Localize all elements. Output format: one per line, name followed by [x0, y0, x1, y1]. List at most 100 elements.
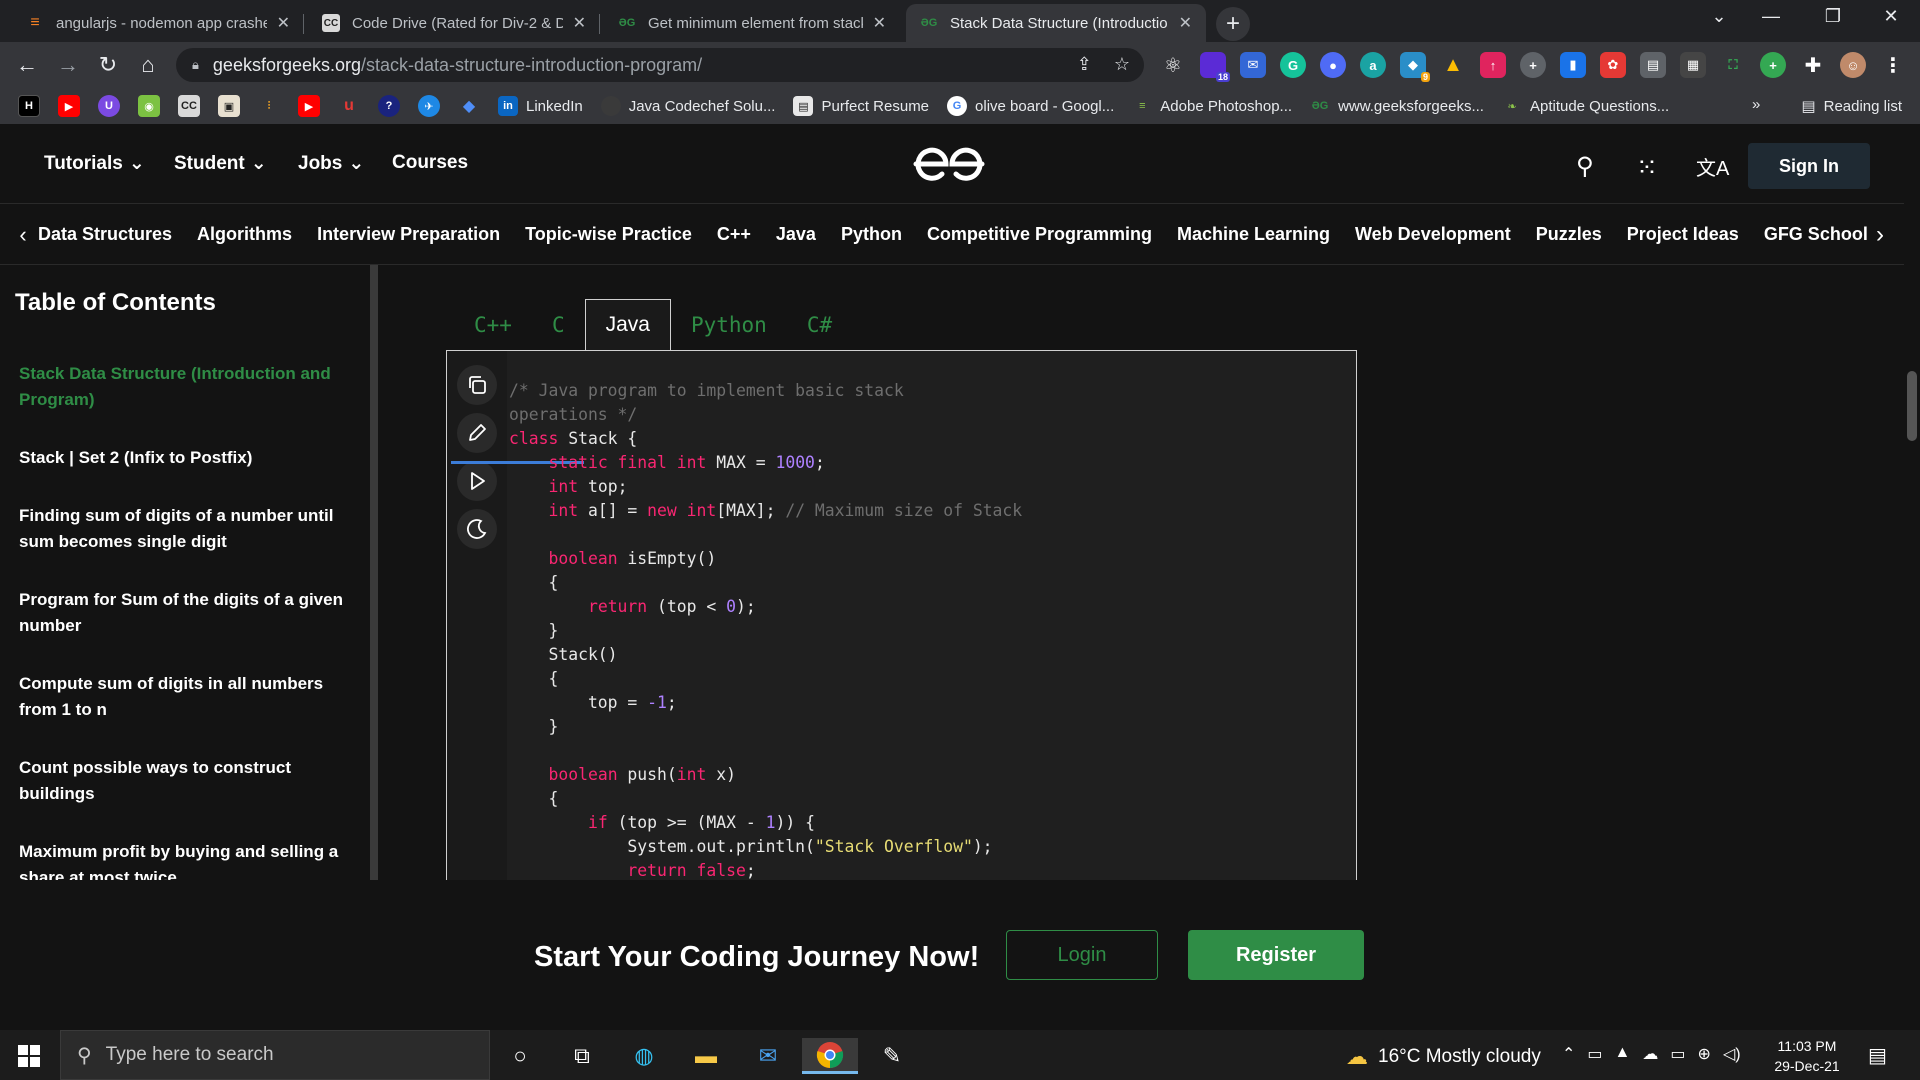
category-gfg-school[interactable]: GFG School: [1764, 224, 1868, 245]
category-python[interactable]: Python: [841, 224, 902, 245]
category-puzzles[interactable]: Puzzles: [1536, 224, 1602, 245]
onedrive-icon[interactable]: ☁: [1642, 1044, 1658, 1064]
category-java[interactable]: Java: [776, 224, 816, 245]
mail-icon[interactable]: ✉: [746, 1038, 790, 1074]
extension-icon[interactable]: ✿: [1600, 52, 1626, 78]
drive-icon[interactable]: ▲: [1615, 1044, 1631, 1064]
windows-start-icon[interactable]: [18, 1045, 40, 1067]
tab-c[interactable]: C: [532, 299, 585, 350]
extension-icon[interactable]: ●: [1320, 52, 1346, 78]
toc-item[interactable]: Compute sum of digits in all numbers fro…: [19, 671, 349, 723]
bookmarks-overflow-button[interactable]: »: [1752, 96, 1760, 113]
browser-tab[interactable]: ƏG Get minimum element from stack ✕: [604, 4, 900, 42]
browser-tab[interactable]: CC Code Drive (Rated for Div-2 & Di ✕: [308, 4, 600, 42]
minimize-button[interactable]: —: [1748, 6, 1794, 27]
google-drive-icon[interactable]: ▲: [1440, 52, 1466, 78]
category-topic-wise-practice[interactable]: Topic-wise Practice: [525, 224, 692, 245]
restore-button[interactable]: ❐: [1810, 6, 1856, 27]
profile-avatar[interactable]: ☺: [1840, 52, 1866, 78]
codechef-icon[interactable]: CC: [178, 95, 200, 117]
clock[interactable]: 11:03 PM 29-Dec-21: [1762, 1036, 1852, 1076]
bookmark-olive-board[interactable]: Golive board - Googl...: [947, 96, 1114, 116]
gfg-logo[interactable]: [912, 144, 986, 184]
chart-bookmark-icon[interactable]: ⫶: [258, 95, 280, 117]
volume-icon[interactable]: ◁): [1723, 1044, 1741, 1064]
youtube-icon[interactable]: ▶: [58, 95, 80, 117]
register-button[interactable]: Register: [1188, 930, 1364, 980]
extension-icon[interactable]: ▦: [1680, 52, 1706, 78]
puzzle-icon[interactable]: ✚: [1800, 52, 1826, 78]
search-icon[interactable]: ⚲: [1576, 152, 1594, 181]
nav-courses[interactable]: Courses: [392, 152, 468, 174]
category-machine-learning[interactable]: Machine Learning: [1177, 224, 1330, 245]
file-explorer-icon[interactable]: ▬: [684, 1038, 728, 1074]
app-icon[interactable]: ✎: [870, 1038, 914, 1074]
tab-search-icon[interactable]: ⌄: [1696, 6, 1742, 27]
tab-python[interactable]: Python: [671, 299, 787, 350]
address-bar[interactable]: 🔒︎ geeksforgeeks.org/stack-data-structur…: [176, 48, 1144, 82]
home-button[interactable]: ⌂: [135, 52, 161, 78]
forward-button[interactable]: →: [55, 52, 81, 78]
category-project-ideas[interactable]: Project Ideas: [1627, 224, 1739, 245]
bookmark-aptitude[interactable]: ❧ Aptitude Questions...: [1502, 96, 1669, 116]
screenshot-icon[interactable]: ⛶: [1720, 52, 1746, 78]
toc-item[interactable]: Maximum profit by buying and selling a s…: [19, 839, 349, 880]
nav-tutorials[interactable]: Tutorials ⌄: [44, 152, 145, 175]
toc-item-active[interactable]: Stack Data Structure (Introduction and P…: [19, 361, 349, 413]
extension-icon[interactable]: ↑: [1480, 52, 1506, 78]
category-interview-preparation[interactable]: Interview Preparation: [317, 224, 500, 245]
bookmark-java-codechef[interactable]: Java Codechef Solu...: [600, 96, 775, 116]
extension-icon[interactable]: ▮: [1560, 52, 1586, 78]
category-cpp[interactable]: C++: [717, 224, 751, 245]
grammarly-icon[interactable]: G: [1280, 52, 1306, 78]
duolingo-icon[interactable]: ◉: [138, 95, 160, 117]
bookmark-star-icon[interactable]: ☆: [1114, 54, 1130, 75]
messenger-icon[interactable]: ✉: [1240, 52, 1266, 78]
category-web-development[interactable]: Web Development: [1355, 224, 1511, 245]
bookmark-purfect-resume[interactable]: ▤ Purfect Resume: [793, 96, 929, 116]
menu-icon[interactable]: ⋮: [1880, 52, 1906, 78]
share-icon[interactable]: ⇪: [1077, 54, 1092, 75]
bookmark-geeksforgeeks[interactable]: ƏG www.geeksforgeeks...: [1310, 96, 1484, 116]
close-window-button[interactable]: ✕: [1868, 6, 1914, 27]
close-icon[interactable]: ✕: [873, 13, 886, 33]
cortana-icon[interactable]: ○: [498, 1038, 542, 1074]
browser-tab[interactable]: ≡ angularjs - nodemon app crashe ✕: [12, 4, 304, 42]
toc-scrollbar[interactable]: [370, 265, 378, 880]
taskbar-search[interactable]: ⚲ Type here to search: [60, 1030, 490, 1080]
category-data-structures[interactable]: Data Structures: [38, 224, 172, 245]
chrome-icon[interactable]: [802, 1038, 858, 1074]
login-button[interactable]: Login: [1006, 930, 1158, 980]
bookmark-icon[interactable]: ▣: [218, 95, 240, 117]
react-devtools-icon[interactable]: ⚛: [1160, 52, 1186, 78]
sign-in-button[interactable]: Sign In: [1748, 143, 1870, 189]
extension-bookmark-icon[interactable]: U: [98, 95, 120, 117]
close-icon[interactable]: ✕: [573, 13, 586, 33]
browser-tab-active[interactable]: ƏG Stack Data Structure (Introductio ✕: [906, 4, 1206, 42]
battery-icon[interactable]: ▭: [1670, 1044, 1685, 1064]
nav-jobs[interactable]: Jobs ⌄: [298, 152, 364, 175]
toc-item[interactable]: Program for Sum of the digits of a given…: [19, 587, 349, 639]
chevron-right-icon[interactable]: ›: [1876, 221, 1884, 249]
tab-java[interactable]: Java: [584, 299, 671, 350]
nav-student[interactable]: Student ⌄: [174, 152, 267, 175]
close-icon[interactable]: ✕: [277, 13, 290, 33]
close-icon[interactable]: ✕: [1179, 13, 1192, 33]
youtube-icon[interactable]: ▶: [298, 95, 320, 117]
toc-item[interactable]: Stack | Set 2 (Infix to Postfix): [19, 445, 349, 471]
extension-icon[interactable]: 18: [1200, 52, 1230, 82]
diamond-icon[interactable]: ◆: [458, 95, 480, 117]
code-block[interactable]: /* Java program to implement basic stack…: [446, 350, 1357, 890]
tab-cpp[interactable]: C++: [454, 299, 532, 350]
notification-icon[interactable]: ▤: [1868, 1043, 1887, 1068]
extension-icon[interactable]: ◆ 9: [1400, 52, 1430, 82]
category-algorithms[interactable]: Algorithms: [197, 224, 292, 245]
translate-icon[interactable]: 文A: [1696, 152, 1729, 181]
page-scrollbar[interactable]: [1904, 124, 1920, 1030]
chevron-left-icon[interactable]: ‹: [8, 222, 38, 248]
new-tab-button[interactable]: +: [1216, 7, 1250, 41]
toc-item[interactable]: Count possible ways to construct buildin…: [19, 755, 349, 807]
network-icon[interactable]: ⊕: [1698, 1044, 1711, 1064]
extension-icon[interactable]: +: [1520, 52, 1546, 78]
run-icon[interactable]: [457, 461, 497, 501]
